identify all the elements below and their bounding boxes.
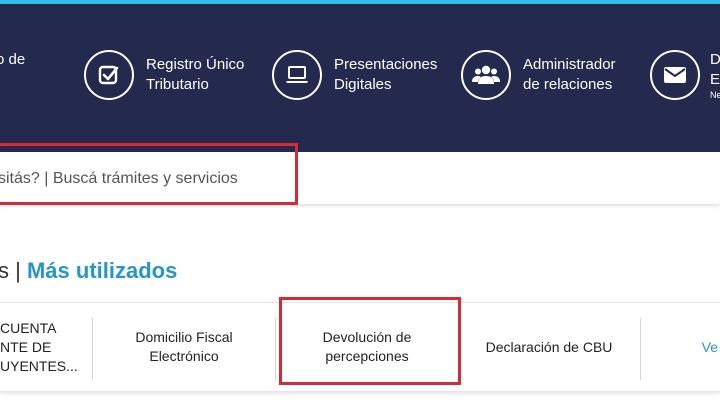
card-line: Ve xyxy=(701,338,718,355)
nav-label-line1: D xyxy=(710,51,720,68)
section-title-text: Más utilizados xyxy=(26,258,178,283)
top-navigation: o de . Registro Único Tributario Present… xyxy=(0,4,720,152)
card-ver-mas[interactable]: Ve xyxy=(641,303,720,391)
nav-item-cuenta[interactable]: o de . xyxy=(0,50,25,90)
nav-label: Registro Único Tributario xyxy=(146,55,244,95)
nav-item-registro-unico-tributario[interactable]: Registro Único Tributario xyxy=(84,50,244,100)
nav-label-sub: Ne xyxy=(710,90,720,100)
card-line: Electrónico xyxy=(149,348,219,364)
card-line: Declaración de CBU xyxy=(485,338,613,355)
search-placeholder: sitás? | Buscá trámites y servicios xyxy=(0,170,238,187)
card-line: percepciones xyxy=(325,348,409,364)
nav-label-line1: o de xyxy=(0,51,26,68)
card-cuenta-corriente[interactable]: CUENTA NTE DE UYENTES... xyxy=(0,303,88,391)
card-domicilio-fiscal[interactable]: Domicilio Fiscal Electrónico xyxy=(93,303,275,391)
nav-label: Administrador de relaciones xyxy=(523,55,616,95)
section-title-prefix: s xyxy=(0,258,9,283)
checkbox-icon xyxy=(84,50,134,100)
nav-label: o de . xyxy=(0,50,25,90)
nav-label-line2: E xyxy=(710,71,720,88)
nav-item-presentaciones-digitales[interactable]: Presentaciones Digitales xyxy=(272,50,437,100)
users-icon xyxy=(461,50,511,100)
nav-label-line1: Presentaciones xyxy=(334,56,438,73)
card-line: UYENTES... xyxy=(0,357,78,374)
nav-item-administrador-de-relaciones[interactable]: Administrador de relaciones xyxy=(461,50,616,100)
nav-label-line1: Administrador xyxy=(523,56,616,73)
card-line: NTE DE xyxy=(0,338,52,355)
nav-label-line2: Tributario xyxy=(146,76,209,93)
nav-item-domicilio-electronico[interactable]: D E Ne xyxy=(650,50,720,100)
envelope-icon xyxy=(650,50,700,100)
card-line: CUENTA xyxy=(0,319,57,336)
nav-label-line2: Digitales xyxy=(334,76,392,93)
nav-label-line2: de relaciones xyxy=(523,76,613,93)
card-declaracion-cbu[interactable]: Declaración de CBU xyxy=(459,303,639,391)
card-devolucion-percepciones[interactable]: Devolución de percepciones xyxy=(276,303,458,391)
section-title-separator: | xyxy=(15,258,21,283)
laptop-icon xyxy=(272,50,322,100)
section-title: s | Más utilizados xyxy=(0,258,177,284)
card-line: Devolución de xyxy=(322,329,412,345)
nav-label: Presentaciones Digitales xyxy=(334,55,437,95)
most-used-cards: CUENTA NTE DE UYENTES... Domicilio Fisca… xyxy=(0,302,720,392)
nav-label-line1: Registro Único xyxy=(146,56,245,73)
nav-label: D E Ne xyxy=(710,50,720,100)
card-line: Domicilio Fiscal xyxy=(135,329,233,345)
